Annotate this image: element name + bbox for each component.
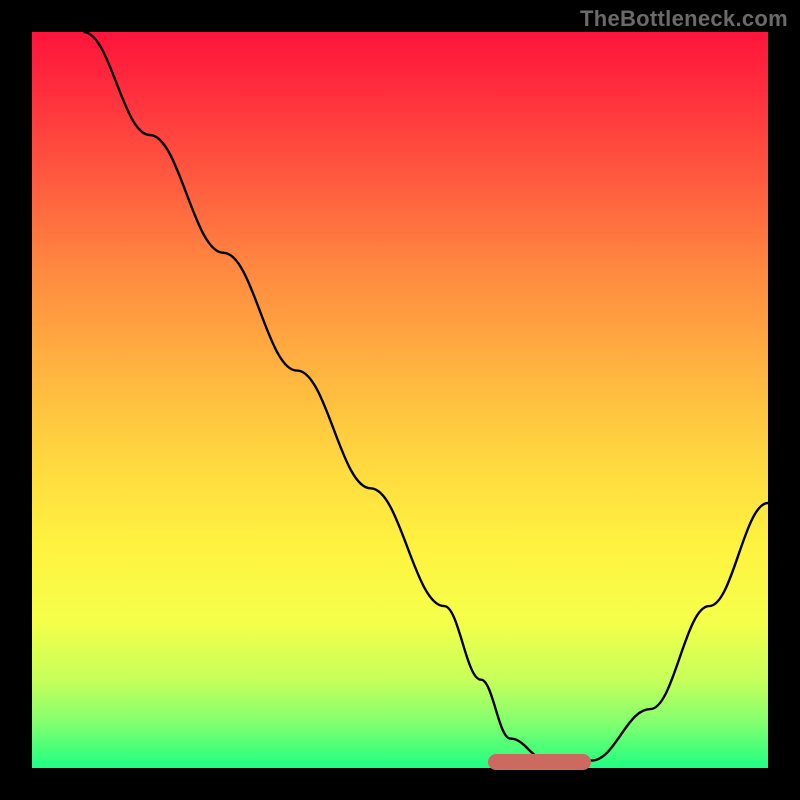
chart-frame: TheBottleneck.com (0, 0, 800, 800)
optimum-accent-bar (488, 754, 591, 770)
curve-path (84, 32, 769, 761)
bottleneck-curve (32, 32, 768, 768)
watermark-text: TheBottleneck.com (580, 6, 788, 32)
